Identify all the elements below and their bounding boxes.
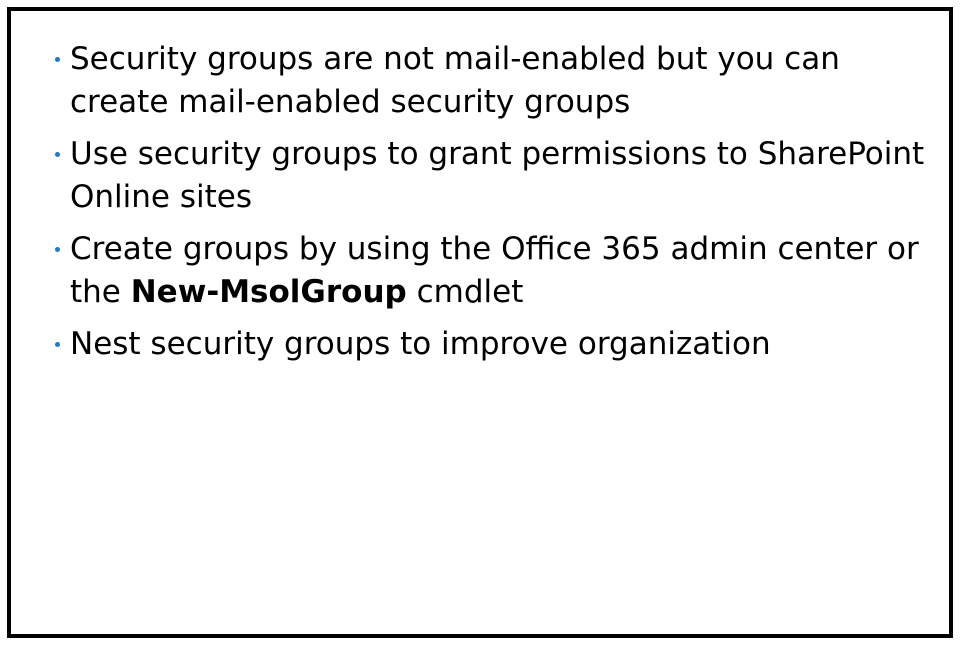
bullet-text: Security groups are not mail-enabled but… — [70, 41, 840, 120]
bullet-text: Nest security groups to improve organiza… — [70, 326, 771, 362]
cmdlet-name: New-MsolGroup — [130, 274, 407, 310]
bullet-text-after: cmdlet — [406, 274, 524, 310]
bullet-dot — [55, 342, 60, 347]
bullet-list: Security groups are not mail-enabled but… — [55, 38, 935, 366]
bullet-dot — [55, 57, 60, 62]
bullet-item-nest-groups: Nest security groups to improve organiza… — [55, 323, 935, 366]
bullet-item-create-groups: Create groups by using the Office 365 ad… — [55, 228, 935, 314]
bullet-text: Create groups by using the Office 365 ad… — [70, 228, 935, 314]
bullet-item-mail-enabled: Security groups are not mail-enabled but… — [55, 38, 935, 124]
bullet-dot — [55, 152, 60, 157]
slide-frame: Security groups are not mail-enabled but… — [7, 7, 953, 638]
bullet-text: Use security groups to grant permissions… — [70, 136, 925, 215]
bullet-dot — [55, 247, 60, 252]
bullet-item-permissions: Use security groups to grant permissions… — [55, 133, 935, 219]
